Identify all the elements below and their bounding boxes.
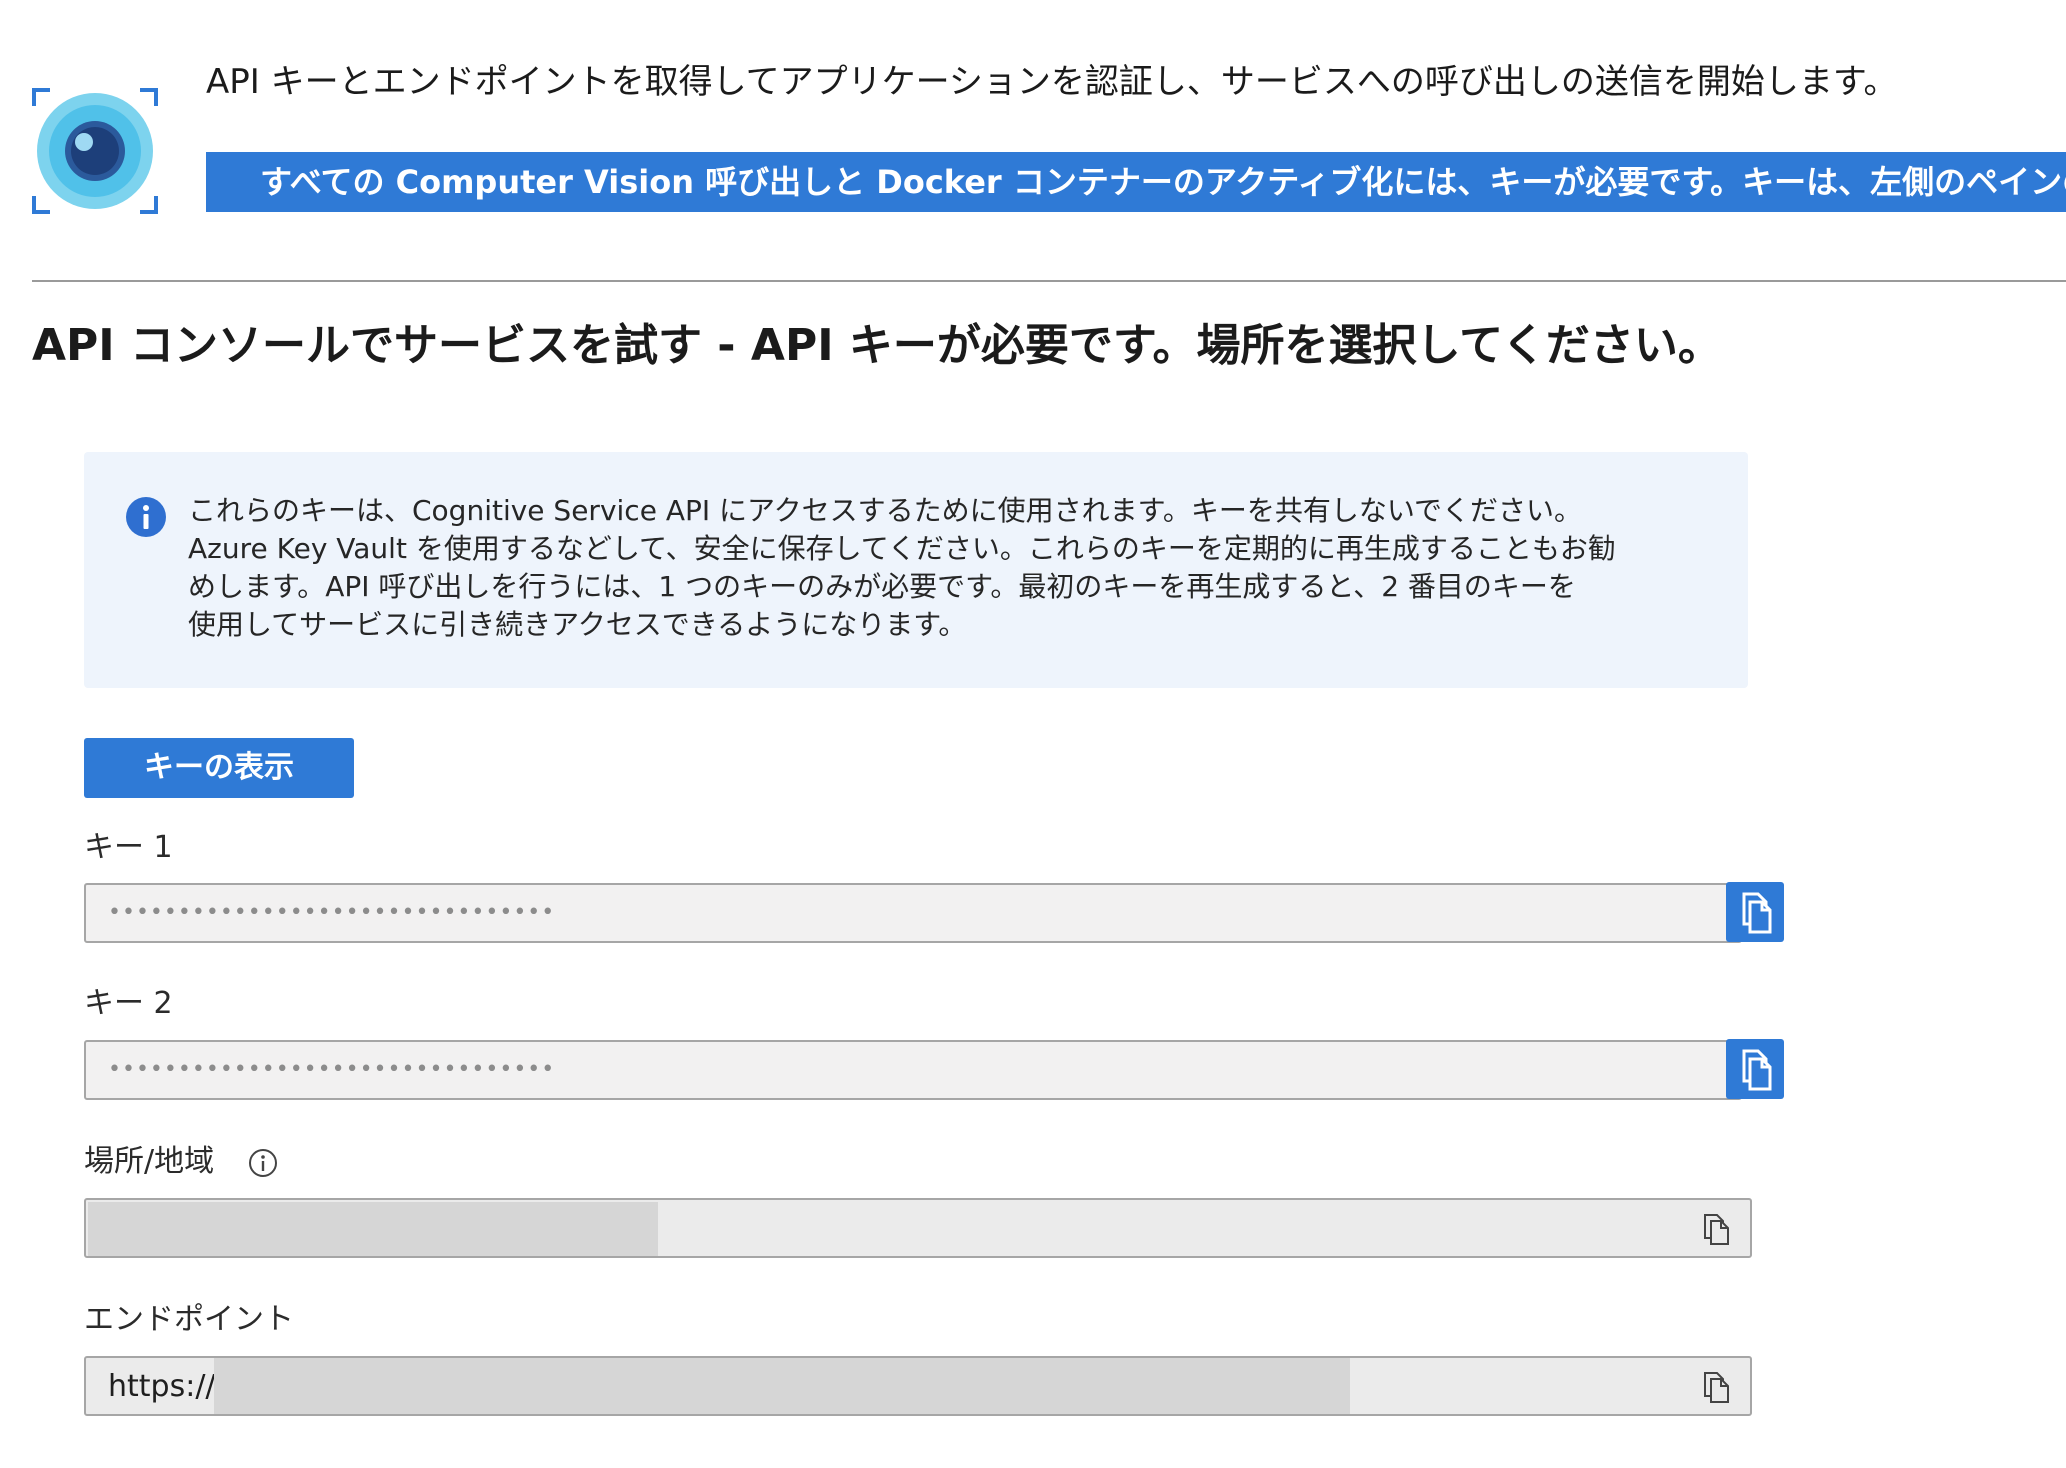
info-message-text: これらのキーは、Cognitive Service API にアクセスするために… [188,492,1728,644]
endpoint-value: https:// [108,1369,216,1404]
endpoint-label: エンドポイント [84,1302,294,1337]
keys-required-banner: すべての Computer Vision 呼び出しと Docker コンテナーの… [206,152,2066,212]
info-line: これらのキーは、Cognitive Service API にアクセスするために… [188,494,1582,527]
key1-label: キー 1 [84,830,173,865]
computer-vision-logo-icon [32,88,158,214]
keys-and-endpoint-page: API キーとエンドポイントを取得してアプリケーションを認証し、サービスへの呼び… [0,0,2066,1468]
redacted-region [214,1358,1350,1414]
section-title: API コンソールでサービスを試す - API キーが必要です。場所を選択してく… [32,320,1722,371]
location-field[interactable] [84,1198,1752,1258]
info-icon [126,497,166,537]
section-divider [32,280,2066,282]
location-info-icon[interactable] [248,1148,278,1178]
copy-location-icon[interactable] [1702,1212,1732,1246]
info-line: めします。API 呼び出しを行うには、1 つのキーのみが必要です。最初のキーを再… [188,570,1576,603]
key1-field[interactable]: •••••••••••••••••••••••••••••••• [84,883,1742,943]
info-line: 使用してサービスに引き続きアクセスできるようになります。 [188,608,967,641]
copy-icon [1742,892,1772,934]
copy-key1-button[interactable] [1726,882,1784,942]
key2-field[interactable]: •••••••••••••••••••••••••••••••• [84,1040,1742,1100]
copy-endpoint-icon[interactable] [1702,1370,1732,1404]
redacted-region [88,1202,658,1256]
info-line: Azure Key Vault を使用するなどして、安全に保存してください。これ… [188,532,1616,565]
location-label: 場所/地域 [84,1144,215,1179]
copy-key2-button[interactable] [1726,1039,1784,1099]
show-keys-button[interactable]: キーの表示 [84,738,354,798]
copy-icon [1742,1049,1772,1091]
key2-label: キー 2 [84,986,173,1021]
intro-text: API キーとエンドポイントを取得してアプリケーションを認証し、サービスへの呼び… [206,62,1898,102]
endpoint-field[interactable]: https:// [84,1356,1752,1416]
info-message-box: これらのキーは、Cognitive Service API にアクセスするために… [84,452,1748,688]
